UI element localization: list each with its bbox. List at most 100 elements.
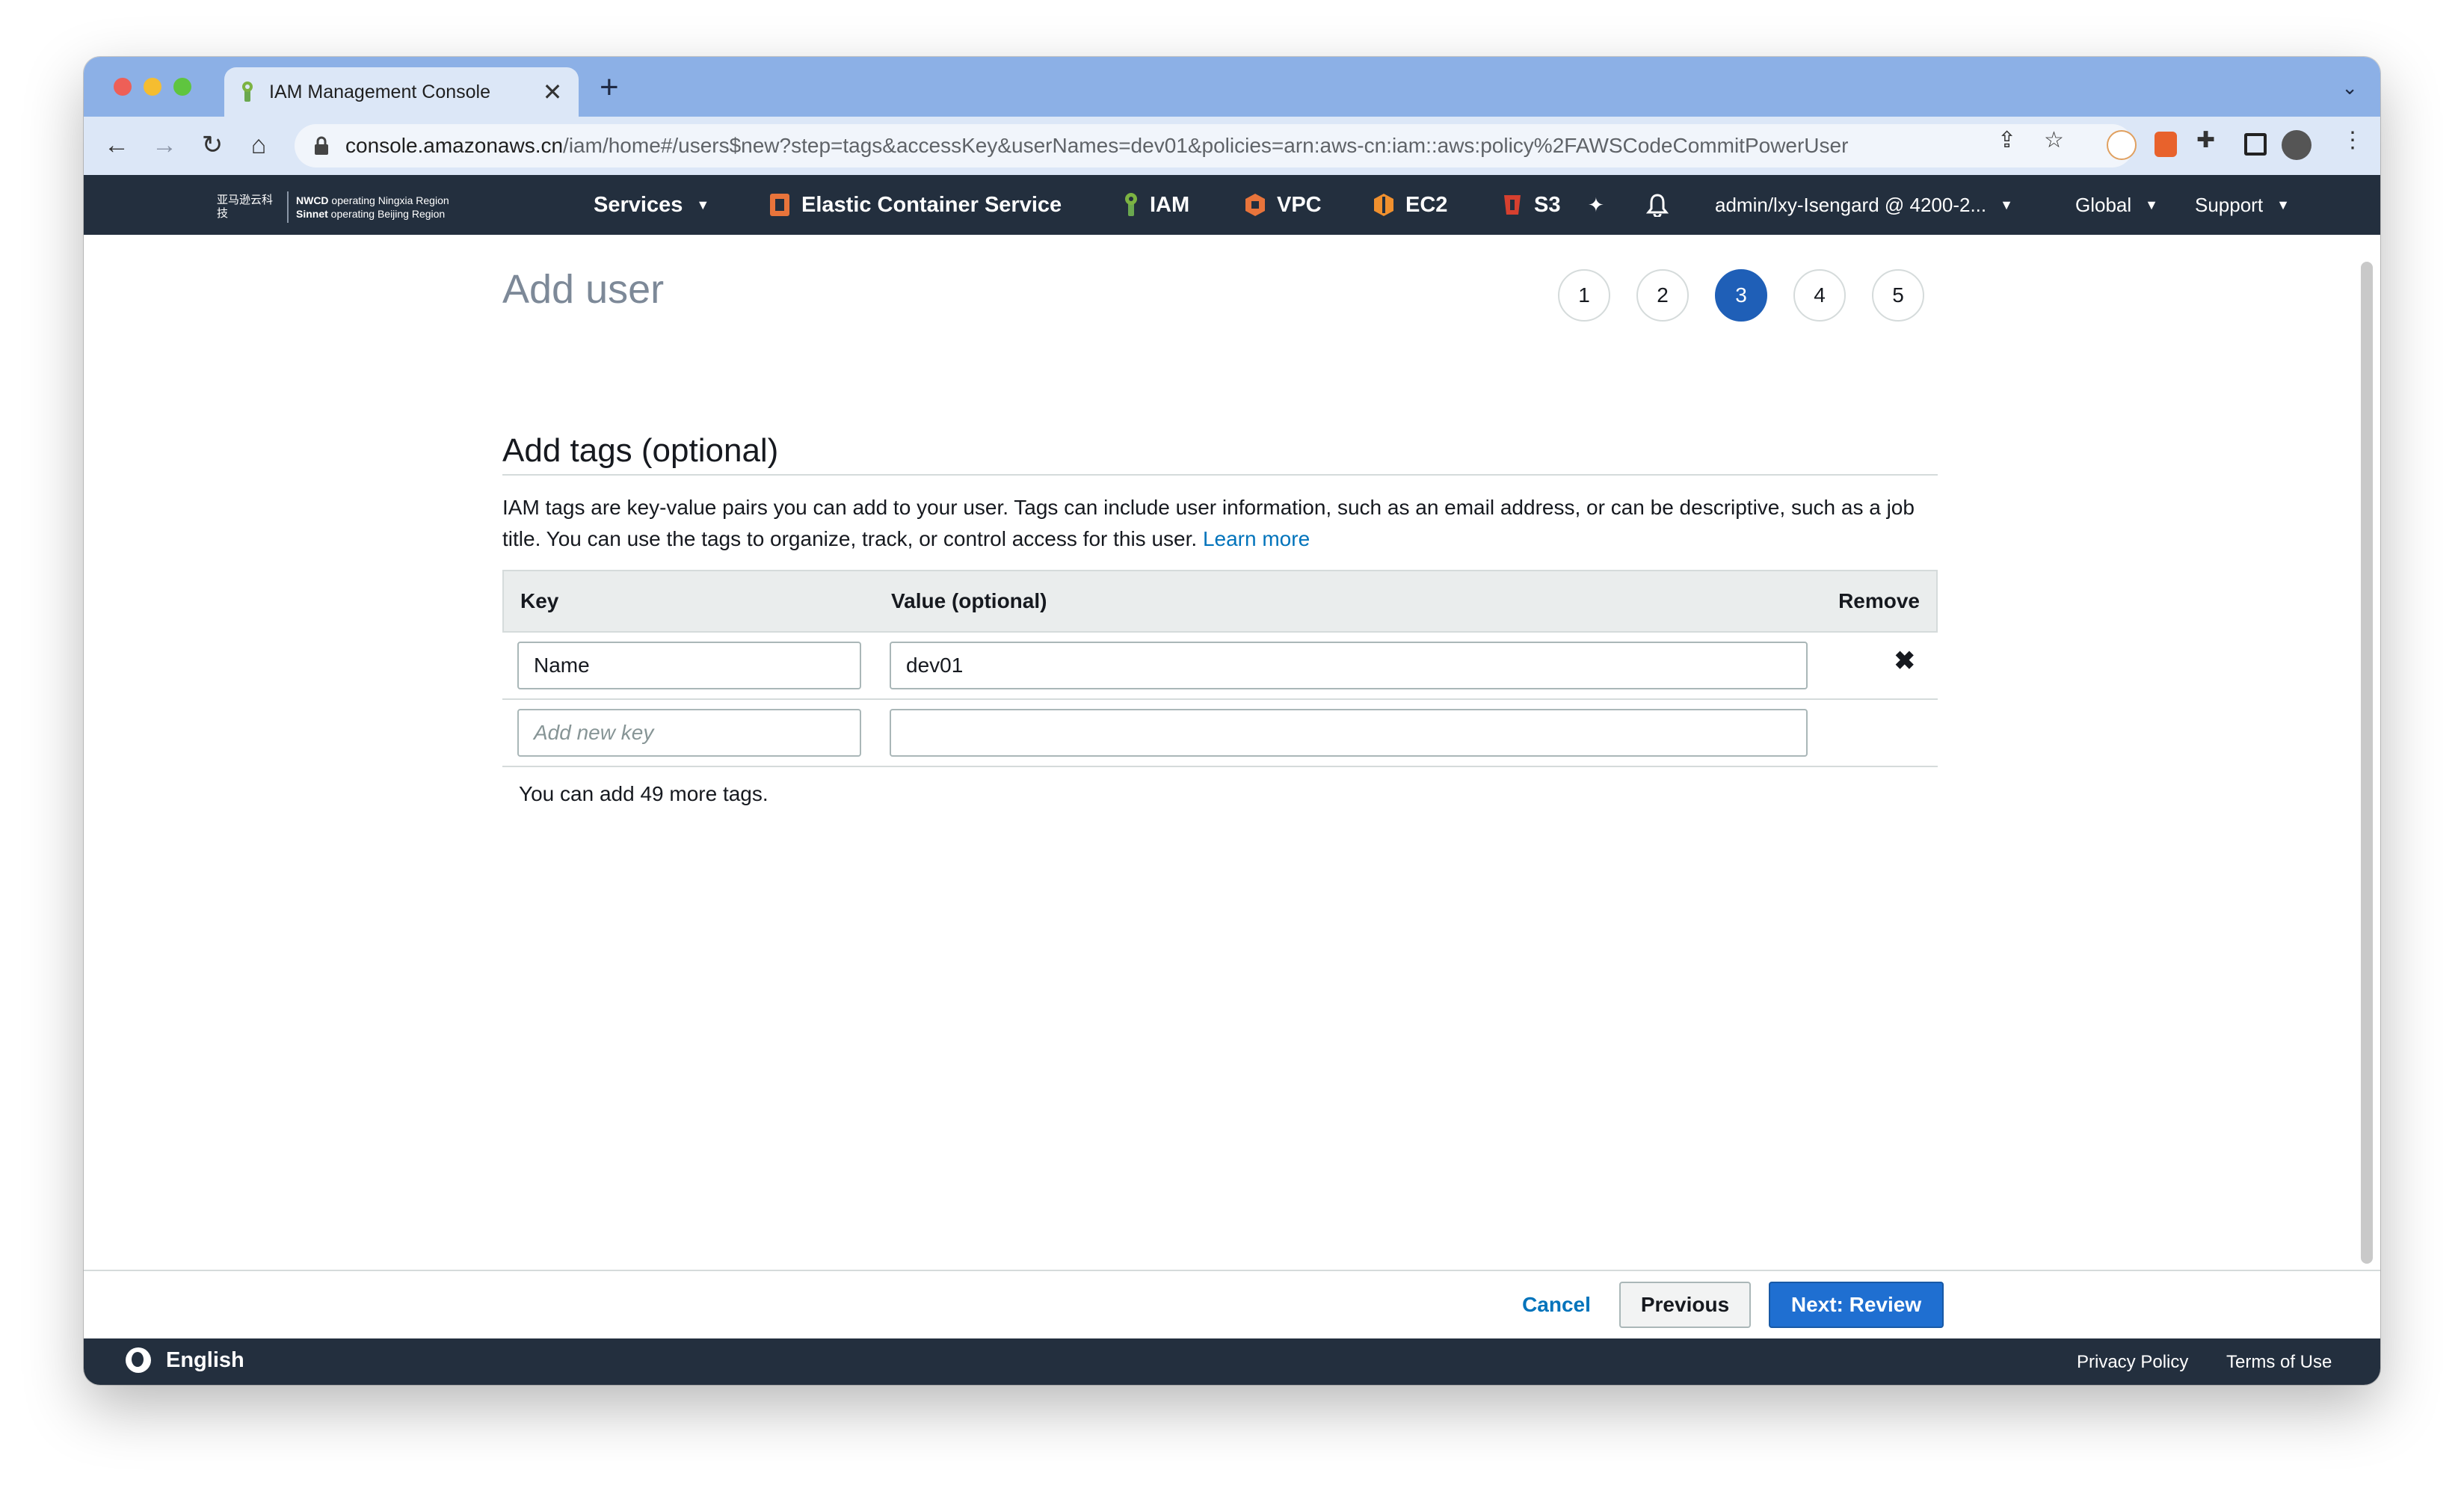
iam-service-icon xyxy=(1125,193,1137,216)
language-label: English xyxy=(166,1347,244,1372)
shortcut-label-s3: S3 xyxy=(1534,192,1561,217)
url-path: /iam/home#/users$new?step=tags&accessKey… xyxy=(563,134,1849,157)
page-title: Add user xyxy=(502,267,665,312)
share-icon[interactable]: ⇪ xyxy=(1998,127,2016,153)
chevron-down-icon: ▼ xyxy=(2000,197,2013,212)
learn-more-link[interactable]: Learn more xyxy=(1203,527,1310,550)
page-content: Add user 1 2 3 4 5 Add tags (optional) I… xyxy=(84,235,2380,1270)
forward-arrow-icon[interactable]: → xyxy=(147,127,182,163)
s3-service-icon xyxy=(1504,195,1521,215)
shortcut-ecs[interactable]: Elastic Container Service xyxy=(769,175,1062,235)
maximize-window-button[interactable] xyxy=(173,78,191,96)
services-label: Services xyxy=(594,192,683,217)
reload-icon[interactable]: ↻ xyxy=(194,127,230,163)
cancel-button[interactable]: Cancel xyxy=(1504,1282,1609,1328)
shortcut-label-vpc: VPC xyxy=(1277,192,1322,217)
home-icon[interactable]: ⌂ xyxy=(241,127,277,163)
column-header-remove: Remove xyxy=(1838,589,1920,612)
support-menu[interactable]: Support ▼ xyxy=(2195,175,2290,235)
address-bar[interactable]: console.amazonaws.cn /iam/home#/users$ne… xyxy=(295,124,2134,167)
url-host: console.amazonaws.cn xyxy=(345,134,564,157)
shortcut-label-ecs: Elastic Container Service xyxy=(801,192,1062,217)
shortcut-label-iam: IAM xyxy=(1150,192,1190,217)
chevron-down-icon: ▼ xyxy=(696,197,710,212)
tags-table-header: Key Value (optional) Remove xyxy=(502,570,1938,633)
chevron-down-icon: ▼ xyxy=(2276,197,2290,212)
step-5: 5 xyxy=(1872,269,1924,322)
back-arrow-icon[interactable]: ← xyxy=(99,127,135,163)
region-operators: NWCD operating Ningxia Region Sinnet ope… xyxy=(296,194,449,221)
next-review-button[interactable]: Next: Review xyxy=(1769,1282,1944,1328)
aws-top-nav: 亚马逊云科技 NWCD operating Ningxia Region Sin… xyxy=(84,175,2380,235)
console-footer: English Privacy Policy Terms of Use xyxy=(84,1338,2380,1385)
ecs-service-icon xyxy=(770,194,789,216)
tab-title: IAM Management Console xyxy=(269,81,490,102)
extension-shield-icon[interactable] xyxy=(2155,132,2177,157)
step-1[interactable]: 1 xyxy=(1558,269,1610,322)
table-row: Name dev01 ✖ xyxy=(502,633,1938,700)
shortcut-iam[interactable]: IAM xyxy=(1123,175,1189,235)
chevron-down-icon: ▼ xyxy=(2145,197,2158,212)
step-3-active: 3 xyxy=(1715,269,1767,322)
region-menu[interactable]: Global ▼ xyxy=(2075,175,2158,235)
new-tab-button[interactable]: + xyxy=(600,69,619,106)
extension-pancake-icon[interactable] xyxy=(2107,130,2137,160)
account-label: admin/lxy-Isengard @ 4200-2... xyxy=(1715,193,1987,216)
lock-icon xyxy=(315,136,328,155)
extensions-puzzle-icon[interactable]: ✚ xyxy=(2196,127,2215,153)
browser-toolbar: ← → ↻ ⌂ console.amazonaws.cn /iam/home#/… xyxy=(84,117,2380,175)
language-selector[interactable]: English xyxy=(126,1347,244,1373)
wizard-action-bar: Cancel Previous Next: Review xyxy=(84,1270,2380,1338)
tag-value-input[interactable]: dev01 xyxy=(890,642,1808,689)
shortcut-vpc[interactable]: VPC xyxy=(1244,175,1322,235)
support-label: Support xyxy=(2195,193,2264,216)
remove-tag-close-icon[interactable]: ✖ xyxy=(1894,646,1916,676)
aws-logo[interactable]: 亚马逊云科技 NWCD operating Ningxia Region Sin… xyxy=(217,191,449,223)
browser-tab[interactable]: IAM Management Console ✕ xyxy=(224,67,579,117)
previous-button[interactable]: Previous xyxy=(1619,1282,1751,1328)
notifications-bell-icon[interactable] xyxy=(1646,175,1669,235)
logo-divider xyxy=(287,191,289,223)
globe-icon xyxy=(126,1347,151,1373)
region-label: Global xyxy=(2075,193,2132,216)
vertical-scrollbar[interactable] xyxy=(2361,262,2373,1264)
region-text-2: operating Beijing Region xyxy=(327,208,446,220)
vpc-service-icon xyxy=(1245,194,1265,216)
column-header-value: Value (optional) xyxy=(891,589,1047,612)
shortcut-s3[interactable]: S3 xyxy=(1501,175,1591,235)
privacy-policy-link[interactable]: Privacy Policy xyxy=(2077,1352,2188,1373)
account-menu[interactable]: admin/lxy-Isengard @ 4200-2... ▼ xyxy=(1715,175,2013,235)
table-row-new: Add new key xyxy=(502,700,1938,767)
shortcut-ec2[interactable]: EC2 xyxy=(1373,175,1447,235)
minimize-window-button[interactable] xyxy=(144,78,161,96)
bell-icon xyxy=(1646,194,1669,217)
column-header-key: Key xyxy=(520,589,559,612)
browser-menu-icon[interactable]: ⋮ xyxy=(2341,127,2364,153)
close-window-button[interactable] xyxy=(114,78,132,96)
ec2-service-icon xyxy=(1374,194,1393,216)
tab-search-chevron-icon[interactable]: ⌄ xyxy=(2341,76,2358,99)
step-2[interactable]: 2 xyxy=(1636,269,1689,322)
pin-icon[interactable]: ✦ xyxy=(1588,175,1604,235)
region-operator-1: NWCD xyxy=(296,194,329,206)
iam-favicon-icon xyxy=(242,82,253,102)
tag-key-input[interactable]: Name xyxy=(517,642,861,689)
terms-of-use-link[interactable]: Terms of Use xyxy=(2226,1352,2332,1373)
shortcut-label-ec2: EC2 xyxy=(1405,192,1448,217)
profile-avatar[interactable] xyxy=(2282,130,2311,160)
tab-strip: IAM Management Console ✕ + ⌄ xyxy=(84,57,2380,117)
new-tag-key-input[interactable]: Add new key xyxy=(517,709,861,757)
section-description: IAM tags are key-value pairs you can add… xyxy=(502,492,1938,555)
tags-table: Key Value (optional) Remove Name dev01 ✖… xyxy=(502,570,1938,767)
remaining-tags-text: You can add 49 more tags. xyxy=(519,782,769,805)
side-panel-icon[interactable] xyxy=(2244,133,2267,156)
new-tag-value-input[interactable] xyxy=(890,709,1808,757)
tab-close-icon[interactable]: ✕ xyxy=(541,78,564,106)
region-text-1: operating Ningxia Region xyxy=(328,194,449,206)
aws-cn-logo-text: 亚马逊云科技 xyxy=(217,194,274,220)
region-operator-2: Sinnet xyxy=(296,208,328,220)
browser-window: IAM Management Console ✕ + ⌄ ← → ↻ ⌂ con… xyxy=(84,57,2380,1385)
services-menu[interactable]: Services ▼ xyxy=(594,175,709,235)
step-4: 4 xyxy=(1793,269,1846,322)
bookmark-star-icon[interactable]: ☆ xyxy=(2044,127,2064,153)
